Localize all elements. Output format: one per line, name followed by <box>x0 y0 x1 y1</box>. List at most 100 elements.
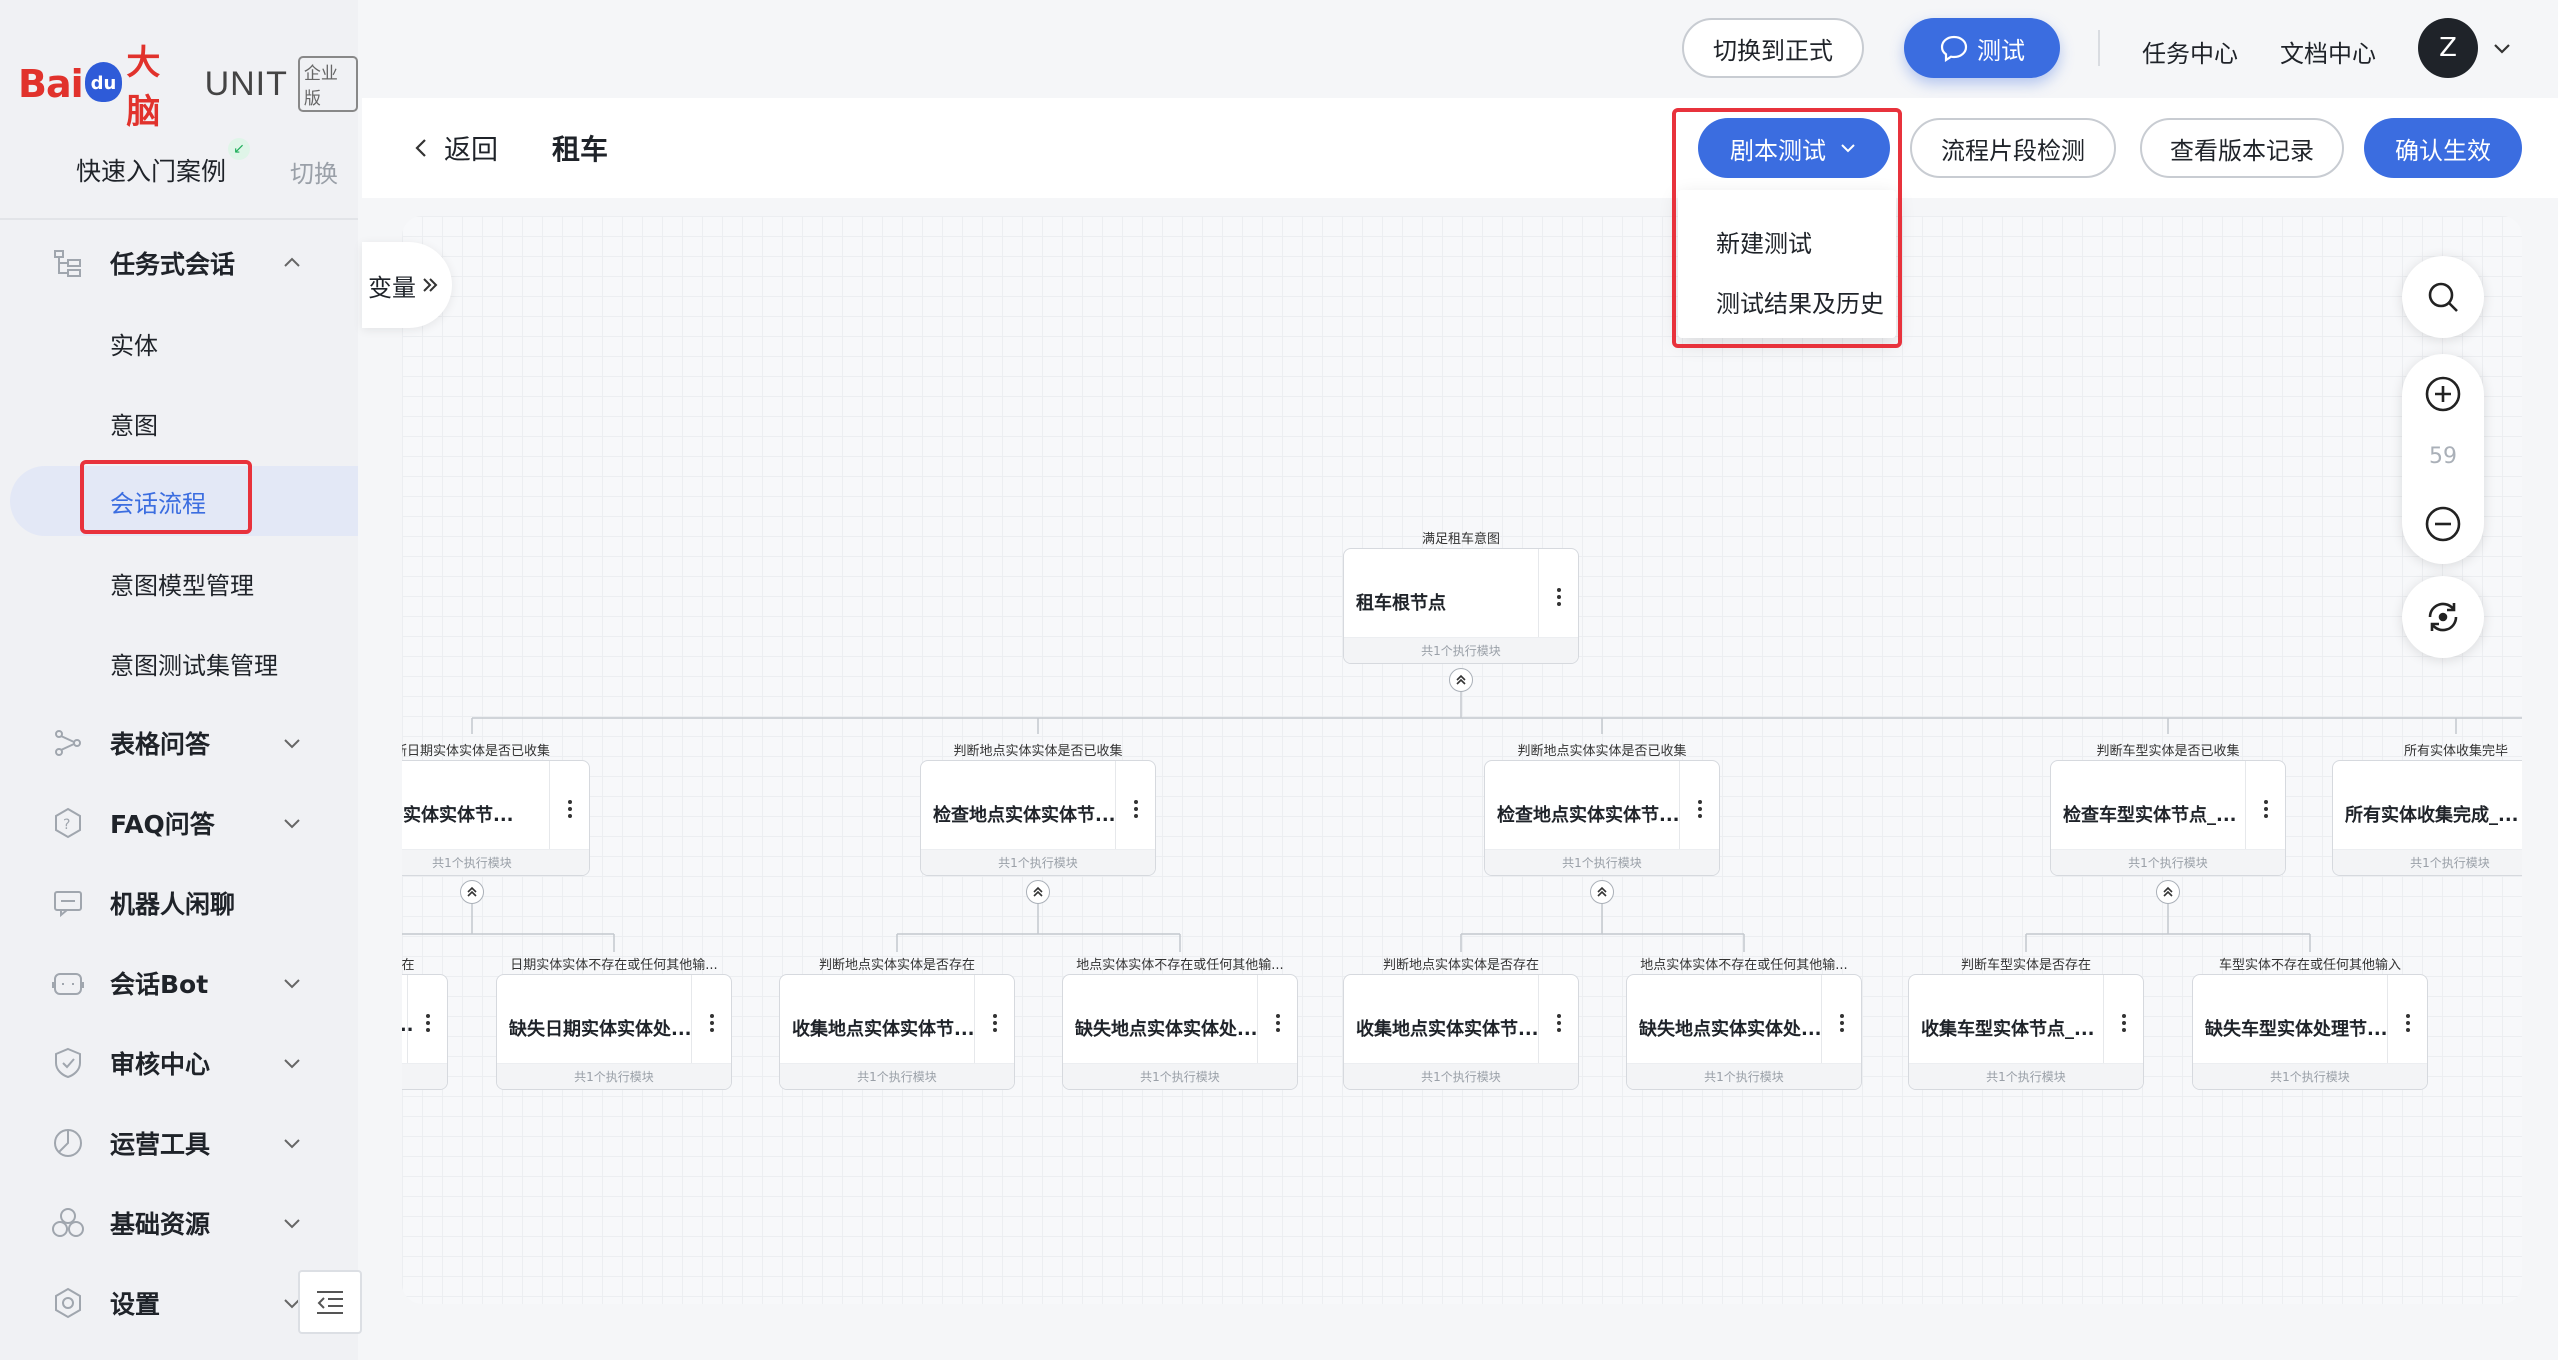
nav-base-resources[interactable]: 基础资源 <box>0 1188 358 1258</box>
nav-ops-tools[interactable]: 运营工具 <box>0 1108 358 1178</box>
flow-canvas[interactable]: 满足租车意图 租车根节点 共1个执行模块 断日期实体实体是否已收集 日期实体实体… <box>402 216 2522 1304</box>
logo-text-unit: UNIT <box>204 64 288 103</box>
version-history-button[interactable]: 查看版本记录 <box>2140 118 2344 178</box>
flow-node-all-collected[interactable]: 所有实体收集完成_... 共1个执行模块 <box>2332 760 2522 876</box>
variable-panel-tab[interactable]: 变量 <box>362 242 452 328</box>
flow-node-date-missing[interactable]: 缺失日期实体实体处... 共1个执行模块 <box>496 974 732 1090</box>
sub-item-intent[interactable]: 意图 <box>0 388 358 458</box>
chevron-down-icon <box>284 979 300 989</box>
switch-button[interactable]: 切换 <box>290 154 338 189</box>
back-button[interactable]: 返回 <box>412 128 498 167</box>
node-title: 日期实体实体节... <box>402 805 514 826</box>
nav-faq[interactable]: ? FAQ问答 <box>0 788 358 858</box>
zoom-control: 59 <box>2402 354 2484 564</box>
chat-bubble-icon <box>1940 35 1968 62</box>
doc-center-link[interactable]: 文档中心 <box>2280 34 2376 69</box>
test-button[interactable]: 测试 <box>1904 18 2060 78</box>
more-options-icon[interactable] <box>549 761 589 857</box>
more-options-icon[interactable] <box>1538 975 1578 1071</box>
zoom-level: 59 <box>2429 444 2457 469</box>
avatar[interactable]: Z <box>2418 18 2478 78</box>
double-chevron-right-icon <box>423 278 438 292</box>
node-caption: 判断车型实体是否存在 <box>1960 958 2091 973</box>
nav-label: 任务式会话 <box>110 250 236 279</box>
collapse-children-icon[interactable] <box>1590 880 1614 904</box>
node-title: 缺失地点实体实体处... <box>1639 1019 1822 1040</box>
logo[interactable]: Bai du 大脑 UNIT 企业版 <box>18 43 359 132</box>
more-options-icon[interactable] <box>1115 761 1155 857</box>
node-footer: 共1个执行模块 <box>2051 849 2285 875</box>
node-caption: 地点实体实体不存在或任何其他输... <box>1076 958 1284 973</box>
node-footer: 共1个执行模块 <box>1344 1063 1578 1089</box>
flow-node-location-check-1[interactable]: 检查地点实体实体节... 共1个执行模块 <box>920 760 1156 876</box>
node-caption: 判断地点实体实体是否存在 <box>818 958 975 973</box>
more-options-icon[interactable] <box>974 975 1014 1071</box>
flow-node-car-type-missing[interactable]: 缺失车型实体处理节... 共1个执行模块 <box>2192 974 2428 1090</box>
nav-robot-chat[interactable]: 机器人闲聊 <box>0 868 358 938</box>
task-center-link[interactable]: 任务中心 <box>2142 34 2238 69</box>
flow-node-date-check[interactable]: 日期实体实体节... 共1个执行模块 <box>402 760 590 876</box>
collapse-menu-icon <box>317 1291 343 1314</box>
sub-item-intent-testset[interactable]: 意图测试集管理 <box>0 628 358 698</box>
search-button[interactable] <box>2402 256 2484 338</box>
node-footer: 共1个执行模块 <box>1344 637 1578 663</box>
node-caption: 判断地点实体实体是否存在 <box>1382 958 1539 973</box>
flow-node-location-missing-1[interactable]: 缺失地点实体实体处... 共1个执行模块 <box>1062 974 1298 1090</box>
confirm-effective-button[interactable]: 确认生效 <box>2364 118 2522 178</box>
switch-to-formal-button[interactable]: 切换到正式 <box>1682 18 1864 78</box>
collapse-children-icon[interactable] <box>1026 880 1050 904</box>
reset-view-icon <box>2428 602 2458 632</box>
more-options-icon[interactable] <box>691 975 731 1071</box>
flow-node-location-collect-1[interactable]: 收集地点实体实体节... 共1个执行模块 <box>779 974 1015 1090</box>
node-footer: 共1个执行模块 <box>921 849 1155 875</box>
collapse-sidebar-button[interactable] <box>298 1270 362 1334</box>
ops-icon <box>50 1125 86 1161</box>
node-title: 检查车型实体节点_... <box>2063 805 2237 826</box>
chevron-down-icon <box>284 1059 300 1069</box>
page-title: 租车 <box>552 133 609 166</box>
variable-tab-label: 变量 <box>368 273 416 302</box>
node-caption: 判断地点实体实体是否已收集 <box>1517 744 1687 759</box>
collapse-children-icon[interactable] <box>2156 880 2180 904</box>
flow-node-location-check-2[interactable]: 检查地点实体实体节... 共1个执行模块 <box>1484 760 1720 876</box>
nav-review-center[interactable]: 审核中心 <box>0 1028 358 1098</box>
more-options-icon[interactable] <box>1538 549 1578 645</box>
node-caption: 判断地点实体实体是否已收集 <box>953 744 1123 759</box>
node-caption: 在 <box>402 958 415 973</box>
chevron-down-icon <box>284 1139 300 1149</box>
node-caption: 地点实体实体不存在或任何其他输... <box>1640 958 1848 973</box>
more-options-icon[interactable] <box>1821 975 1861 1071</box>
reset-view-button[interactable] <box>2402 576 2484 658</box>
flow-node-root[interactable]: 租车根节点 共1个执行模块 <box>1343 548 1579 664</box>
bot-icon <box>50 965 86 1001</box>
faq-icon: ? <box>50 805 86 841</box>
zoom-out-icon[interactable] <box>2423 504 2463 544</box>
nav-dialog-bot[interactable]: 会话Bot <box>0 948 358 1018</box>
nav-table-qa[interactable]: 表格问答 <box>0 708 358 778</box>
sub-item-intent-model[interactable]: 意图模型管理 <box>0 548 358 618</box>
chevron-down-icon[interactable] <box>2490 36 2514 60</box>
flow-node-car-type-collect[interactable]: 收集车型实体节点_... 共1个执行模块 <box>1908 974 2144 1090</box>
more-options-icon[interactable] <box>407 975 447 1071</box>
collapse-children-icon[interactable] <box>1449 668 1473 692</box>
more-options-icon[interactable] <box>2103 975 2143 1071</box>
test-button-label: 测试 <box>1977 36 2025 65</box>
collapse-children-icon[interactable] <box>460 880 484 904</box>
node-footer: 共1个执行模块 <box>2193 1063 2427 1089</box>
quick-start-link[interactable]: 快速入门案例 <box>76 152 226 188</box>
flow-fragment-check-button[interactable]: 流程片段检测 <box>1910 118 2116 178</box>
zoom-in-icon[interactable] <box>2423 374 2463 414</box>
flow-node-car-type-check[interactable]: 检查车型实体节点_... 共1个执行模块 <box>2050 760 2286 876</box>
flow-node-location-collect-2[interactable]: 收集地点实体实体节... 共1个执行模块 <box>1343 974 1579 1090</box>
node-title: 检查地点实体实体节... <box>1497 805 1680 826</box>
node-title: 租车根节点 <box>1356 593 1446 614</box>
sub-item-entity[interactable]: 实体 <box>0 308 358 378</box>
more-options-icon[interactable] <box>1679 761 1719 857</box>
more-options-icon[interactable] <box>1257 975 1297 1071</box>
flow-node-date-exists[interactable]: ... <box>402 974 448 1090</box>
nav-task-dialog[interactable]: 任务式会话 <box>0 228 358 298</box>
flow-node-location-missing-2[interactable]: 缺失地点实体实体处... 共1个执行模块 <box>1626 974 1862 1090</box>
more-options-icon[interactable] <box>2245 761 2285 857</box>
logo-text-danao: 大脑 <box>126 43 161 132</box>
more-options-icon[interactable] <box>2387 975 2427 1071</box>
